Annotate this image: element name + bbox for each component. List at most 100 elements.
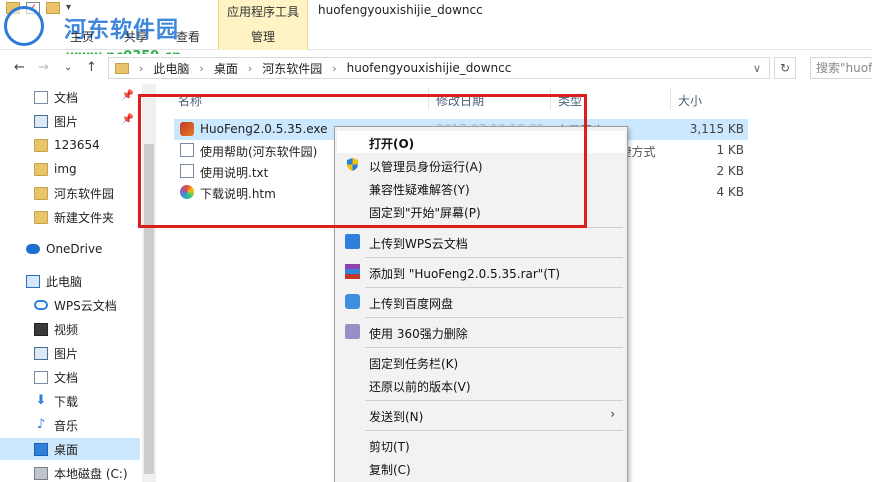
download-icon: ⬇ xyxy=(35,392,47,408)
menu-item-pin-taskbar[interactable]: 固定到任务栏(K) xyxy=(337,351,625,373)
file-size: 3,115 KB xyxy=(689,122,744,136)
sidebar-item-hedong[interactable]: 河东软件园 xyxy=(0,182,140,204)
menu-separator xyxy=(365,400,623,401)
sidebar-item-documents-2[interactable]: 文档 xyxy=(0,366,140,388)
back-arrow-icon[interactable]: ← xyxy=(14,60,25,75)
highlight-annotation-box xyxy=(138,94,587,228)
computer-icon xyxy=(26,274,40,288)
sidebar-item-label: 123654 xyxy=(54,138,100,152)
sidebar-item-local-disk[interactable]: 本地磁盘 (C:) xyxy=(0,462,140,482)
sidebar-item-label: 此电脑 xyxy=(46,274,83,289)
sidebar-item-label: 河东软件园 xyxy=(54,186,115,201)
navigation-pane: 文档 📌 图片 📌 123654 img 河东软件园 新建文件夹 OneDrive … xyxy=(0,84,140,482)
breadcrumb-this-pc[interactable]: 此电脑 xyxy=(153,60,189,77)
desktop-icon xyxy=(34,442,48,456)
chevron-right-icon[interactable]: › xyxy=(139,62,143,75)
watermark-logo-icon xyxy=(4,6,44,46)
address-field[interactable]: › 此电脑 › 桌面 › 河东软件园 › huofengyouxishijie_… xyxy=(108,57,770,79)
file-size: 1 KB xyxy=(716,143,744,157)
sidebar-item-label: OneDrive xyxy=(46,242,103,256)
new-folder-icon[interactable] xyxy=(46,2,60,14)
tab-manage[interactable]: 管理 xyxy=(219,28,307,45)
sidebar-item-label: 视频 xyxy=(54,322,79,337)
folder-icon xyxy=(34,138,48,152)
sidebar-item-label: 桌面 xyxy=(54,442,79,457)
sidebar-item-label: 图片 xyxy=(54,346,79,361)
context-group-label: 应用程序工具 xyxy=(226,5,299,19)
tab-view[interactable]: 查看 xyxy=(176,28,200,45)
chevron-right-icon[interactable]: › xyxy=(248,62,252,75)
cloud-icon xyxy=(34,300,48,310)
sidebar-item-123654[interactable]: 123654 xyxy=(0,134,140,156)
sidebar-item-label: img xyxy=(54,162,77,176)
chevron-right-icon[interactable]: › xyxy=(199,62,203,75)
menu-item-upload-baidu[interactable]: 上传到百度网盘 xyxy=(337,291,625,313)
sidebar-item-label: 本地磁盘 (C:) xyxy=(54,466,128,481)
menu-item-copy[interactable]: 复制(C) xyxy=(337,457,625,479)
sidebar-item-pictures-2[interactable]: 图片 xyxy=(0,342,140,364)
search-input[interactable]: 搜索"huof xyxy=(810,57,872,79)
pictures-icon xyxy=(34,114,48,128)
sidebar-item-label: 新建文件夹 xyxy=(54,210,115,225)
sidebar-item-documents[interactable]: 文档 📌 xyxy=(0,86,140,108)
menu-item-cut[interactable]: 剪切(T) xyxy=(337,434,625,456)
sidebar-item-music[interactable]: ♪ 音乐 xyxy=(0,414,140,436)
menu-item-label: 剪切(T) xyxy=(369,440,410,454)
menu-item-label: 上传到WPS云文档 xyxy=(369,237,468,251)
refresh-icon[interactable]: ↻ xyxy=(774,57,796,79)
menu-item-add-to-rar[interactable]: 添加到 "HuoFeng2.0.5.35.rar"(T) xyxy=(337,261,625,283)
menu-item-label: 发送到(N) xyxy=(369,410,424,424)
music-icon: ♪ xyxy=(36,416,46,432)
column-divider[interactable] xyxy=(670,88,671,110)
breadcrumb-desktop[interactable]: 桌面 xyxy=(214,60,238,77)
wps-cloud-icon xyxy=(345,234,360,249)
recent-locations-icon[interactable]: ⌄ xyxy=(64,62,72,73)
sidebar-item-pictures[interactable]: 图片 📌 xyxy=(0,110,140,132)
sidebar-item-img[interactable]: img xyxy=(0,158,140,180)
video-icon xyxy=(34,322,48,336)
sidebar-item-new-folder[interactable]: 新建文件夹 xyxy=(0,206,140,228)
menu-item-label: 复制(C) xyxy=(369,463,411,477)
menu-item-360-delete[interactable]: 使用 360强力删除 xyxy=(337,321,625,343)
breadcrumb-hedong[interactable]: 河东软件园 xyxy=(262,60,322,77)
sidebar-item-videos[interactable]: 视频 xyxy=(0,318,140,340)
window-title: huofengyouxishijie_downcc xyxy=(318,3,483,17)
file-size: 4 KB xyxy=(716,185,744,199)
pin-icon: 📌 xyxy=(121,114,134,125)
forward-arrow-icon[interactable]: → xyxy=(38,60,49,75)
sidebar-item-label: 文档 xyxy=(54,370,79,385)
menu-item-label: 使用 360强力删除 xyxy=(369,327,468,341)
menu-item-send-to[interactable]: 发送到(N) › xyxy=(337,404,625,426)
chevron-right-icon: › xyxy=(610,407,615,421)
tab-share[interactable]: 共享 xyxy=(124,28,148,45)
menu-separator xyxy=(365,287,623,288)
folder-icon xyxy=(34,162,48,176)
menu-separator xyxy=(365,317,623,318)
winrar-icon xyxy=(345,264,360,279)
ribbon: ✓ ▾ 河东软件园 主页 共享 查看 应用程序工具 管理 huofengyoux… xyxy=(0,0,872,50)
chevron-down-icon[interactable]: ∨ xyxy=(753,62,761,75)
document-icon xyxy=(34,90,48,104)
sidebar-item-downloads[interactable]: ⬇ 下载 xyxy=(0,390,140,412)
menu-item-restore-versions[interactable]: 还原以前的版本(V) xyxy=(337,374,625,396)
up-arrow-icon[interactable]: ↑ xyxy=(86,60,97,75)
disk-icon xyxy=(34,466,48,480)
menu-separator xyxy=(365,430,623,431)
onedrive-icon xyxy=(26,244,40,254)
sidebar-item-onedrive[interactable]: OneDrive xyxy=(0,238,140,260)
sidebar-item-label: 音乐 xyxy=(54,418,79,433)
sidebar-item-desktop[interactable]: 桌面 xyxy=(0,438,140,460)
sidebar-item-this-pc[interactable]: 此电脑 xyxy=(0,270,140,292)
menu-item-label: 还原以前的版本(V) xyxy=(369,380,471,394)
folder-icon xyxy=(115,62,129,74)
pin-icon: 📌 xyxy=(121,90,134,101)
tab-home[interactable]: 主页 xyxy=(70,28,94,45)
column-header-size[interactable]: 大小 xyxy=(678,92,702,109)
chevron-right-icon[interactable]: › xyxy=(332,62,336,75)
menu-item-upload-wps[interactable]: 上传到WPS云文档 xyxy=(337,231,625,253)
menu-separator xyxy=(365,347,623,348)
breadcrumb-current-folder[interactable]: huofengyouxishijie_downcc xyxy=(347,61,512,75)
sidebar-item-wps-cloud[interactable]: WPS云文档 xyxy=(0,294,140,316)
sidebar-item-label: 下载 xyxy=(54,394,79,409)
menu-separator xyxy=(365,257,623,258)
